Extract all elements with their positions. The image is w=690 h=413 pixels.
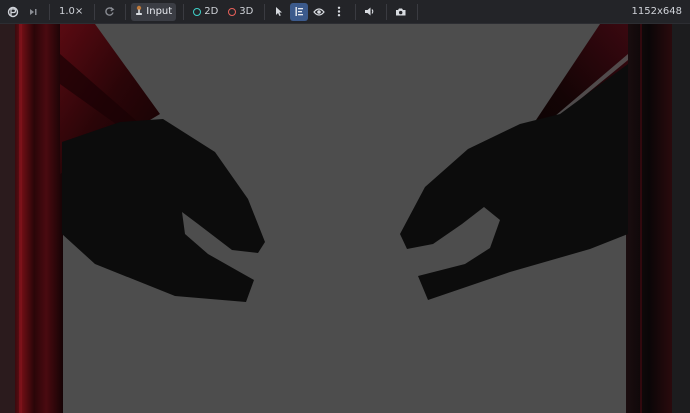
- game-scene: [0, 24, 690, 413]
- game-preview-window: 1.0× Input 2D 3D 1152x648: [0, 0, 690, 413]
- mode-3d-button[interactable]: 3D: [224, 3, 257, 21]
- mode-2d-indicator: [193, 7, 202, 16]
- game-logo-icon[interactable]: [4, 3, 22, 21]
- resolution-label: 1152x648: [631, 6, 682, 17]
- mode-3d-indicator: [228, 7, 237, 16]
- toolbar-separator: [264, 3, 266, 20]
- right-pillar: [626, 24, 690, 413]
- step-frame-icon[interactable]: [24, 3, 42, 21]
- mode-2d-label: 2D: [204, 6, 219, 17]
- toolbar-separator: [386, 3, 388, 20]
- camera-icon[interactable]: [392, 3, 410, 21]
- more-vertical-icon[interactable]: [330, 3, 348, 21]
- toolbar-separator: [355, 3, 357, 20]
- eye-icon[interactable]: [310, 3, 328, 21]
- input-label: Input: [146, 6, 173, 17]
- toolbar-separator: [417, 3, 419, 20]
- toolbar-separator: [125, 3, 127, 20]
- toolbar-separator: [49, 3, 50, 20]
- toolbar: 1.0× Input 2D 3D 1152x648: [0, 0, 690, 24]
- input-toggle-button[interactable]: Input: [131, 2, 177, 21]
- list-icon[interactable]: [290, 2, 309, 21]
- reset-icon[interactable]: [100, 3, 118, 21]
- toolbar-separator: [183, 3, 185, 20]
- game-viewport[interactable]: [0, 24, 690, 413]
- toolbar-separator: [94, 3, 96, 20]
- speaker-icon[interactable]: [361, 3, 379, 21]
- left-hand: [62, 119, 265, 302]
- left-pillar: [0, 24, 63, 413]
- input-joystick-icon: [135, 5, 145, 19]
- select-arrow-icon[interactable]: [270, 3, 288, 21]
- right-hand: [400, 64, 628, 300]
- speed-button[interactable]: 1.0×: [55, 3, 87, 21]
- mode-2d-button[interactable]: 2D: [189, 3, 222, 21]
- mode-3d-label: 3D: [239, 6, 254, 17]
